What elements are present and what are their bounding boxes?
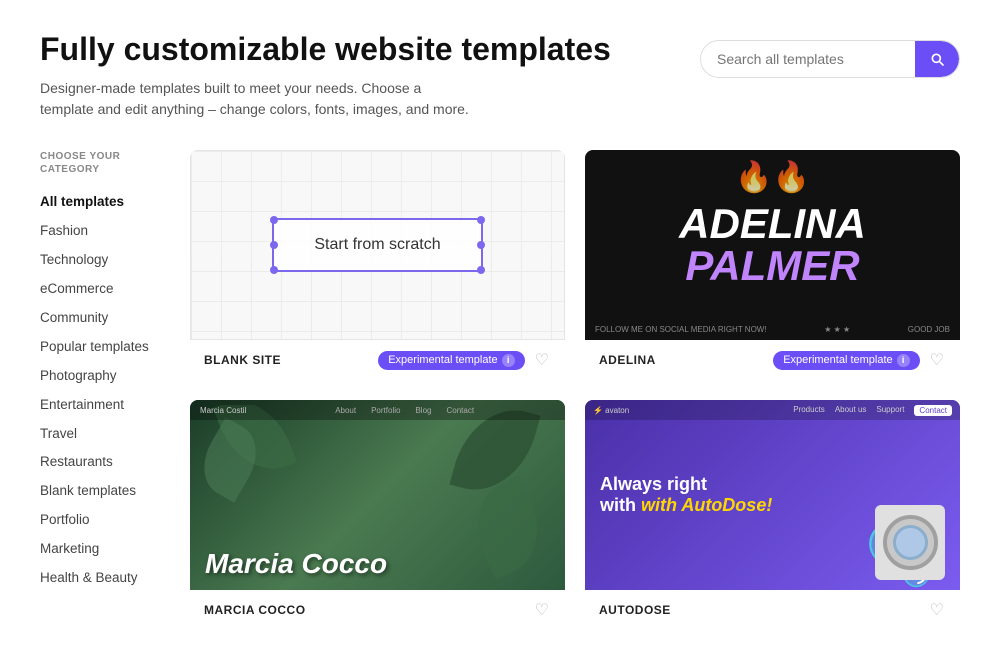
favorite-button-adelina[interactable]: ♡ bbox=[928, 350, 946, 370]
header-section: Fully customizable website templates Des… bbox=[40, 30, 960, 120]
template-footer-autodose: AUTODOSE ♡ bbox=[585, 590, 960, 630]
page-wrapper: Fully customizable website templates Des… bbox=[0, 0, 1000, 660]
sidebar-section-label: CHOOSE YOUR CATEGORY bbox=[40, 150, 160, 176]
badge-info-icon: i bbox=[502, 354, 515, 367]
autodose-text-content: Always right with with AutoDose! bbox=[600, 474, 772, 517]
autodose-line2: with with AutoDose! bbox=[600, 495, 772, 517]
template-card-autodose[interactable]: ⚡ avaton Products About us Support Conta… bbox=[585, 400, 960, 630]
template-name-autodose: AUTODOSE bbox=[599, 603, 920, 617]
autodose-line1: Always right bbox=[600, 474, 772, 496]
sidebar-item-travel[interactable]: Travel bbox=[40, 420, 160, 449]
template-name-marcia: MARCIA COCCO bbox=[204, 603, 525, 617]
sidebar-item-health-beauty[interactable]: Health & Beauty bbox=[40, 564, 160, 593]
template-card-marcia[interactable]: Marcia Costil About Portfolio Blog Conta… bbox=[190, 400, 565, 630]
adelina-bottom-bar: FOLLOW ME ON SOCIAL MEDIA RIGHT NOW! ★ ★… bbox=[585, 325, 960, 334]
adelina-flames: 🔥🔥 bbox=[735, 160, 810, 195]
templates-grid: Start from scratch BLANK SITE Experiment… bbox=[190, 150, 960, 630]
favorite-button-marcia[interactable]: ♡ bbox=[533, 600, 551, 620]
sidebar-item-restaurants[interactable]: Restaurants bbox=[40, 448, 160, 477]
template-footer-blank: BLANK SITE Experimental template i ♡ bbox=[190, 340, 565, 380]
marcia-title: Marcia Cocco bbox=[205, 548, 387, 580]
sidebar-item-photography[interactable]: Photography bbox=[40, 362, 160, 391]
corner-dot-mr bbox=[477, 241, 485, 249]
experimental-badge-adelina: Experimental template i bbox=[773, 351, 919, 370]
blank-corners bbox=[274, 220, 480, 270]
sidebar-item-popular-templates[interactable]: Popular templates bbox=[40, 333, 160, 362]
badge-info-icon-adelina: i bbox=[897, 354, 910, 367]
template-name-blank: BLANK SITE bbox=[204, 353, 370, 367]
blank-box: Start from scratch bbox=[272, 218, 482, 272]
template-footer-adelina: ADELINA Experimental template i ♡ bbox=[585, 340, 960, 380]
template-name-adelina: ADELINA bbox=[599, 353, 765, 367]
sidebar-item-marketing[interactable]: Marketing bbox=[40, 535, 160, 564]
template-preview-adelina: 🔥🔥 ADELINA Palmer FOLLOW ME ON SOCIAL ME… bbox=[585, 150, 960, 340]
search-input[interactable] bbox=[701, 41, 915, 77]
search-bar bbox=[700, 40, 960, 78]
sidebar: CHOOSE YOUR CATEGORY All templates Fashi… bbox=[40, 150, 160, 630]
sidebar-item-ecommerce[interactable]: eCommerce bbox=[40, 275, 160, 304]
template-preview-marcia: Marcia Costil About Portfolio Blog Conta… bbox=[190, 400, 565, 590]
favorite-button-blank[interactable]: ♡ bbox=[533, 350, 551, 370]
sidebar-item-community[interactable]: Community bbox=[40, 304, 160, 333]
sidebar-item-fashion[interactable]: Fashion bbox=[40, 217, 160, 246]
template-card-adelina[interactable]: 🔥🔥 ADELINA Palmer FOLLOW ME ON SOCIAL ME… bbox=[585, 150, 960, 380]
adelina-title: ADELINA Palmer bbox=[679, 203, 866, 287]
sidebar-item-entertainment[interactable]: Entertainment bbox=[40, 391, 160, 420]
corner-dot-ml bbox=[270, 241, 278, 249]
sidebar-item-blank-templates[interactable]: Blank templates bbox=[40, 477, 160, 506]
template-card-blank-site[interactable]: Start from scratch BLANK SITE Experiment… bbox=[190, 150, 565, 380]
template-footer-marcia: MARCIA COCCO ♡ bbox=[190, 590, 565, 630]
sidebar-item-all-templates[interactable]: All templates bbox=[40, 188, 160, 217]
page-subtitle: Designer-made templates built to meet yo… bbox=[40, 78, 470, 120]
content-area: CHOOSE YOUR CATEGORY All templates Fashi… bbox=[40, 150, 960, 630]
search-button[interactable] bbox=[915, 41, 959, 77]
corner-dot-tl bbox=[270, 216, 278, 224]
experimental-badge-blank: Experimental template i bbox=[378, 351, 524, 370]
template-preview-autodose: ⚡ avaton Products About us Support Conta… bbox=[585, 400, 960, 590]
favorite-button-autodose[interactable]: ♡ bbox=[928, 600, 946, 620]
sidebar-item-technology[interactable]: Technology bbox=[40, 246, 160, 275]
search-icon bbox=[929, 51, 945, 67]
sidebar-item-portfolio[interactable]: Portfolio bbox=[40, 506, 160, 535]
template-preview-blank: Start from scratch bbox=[190, 150, 565, 340]
page-title: Fully customizable website templates bbox=[40, 30, 611, 68]
